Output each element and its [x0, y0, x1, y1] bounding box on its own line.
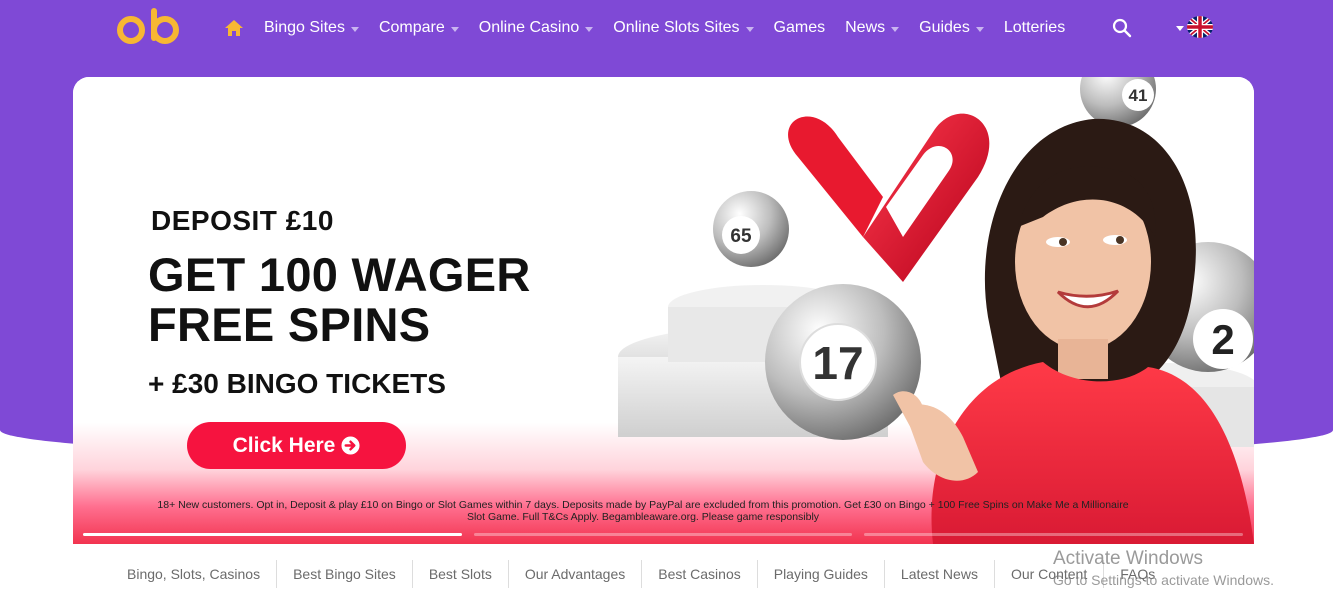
nav-online-casino[interactable]: Online Casino [479, 19, 594, 37]
promo-offer-line-1: GET 100 WAGER [148, 248, 531, 301]
chevron-down-icon [585, 26, 594, 32]
subnav-playing-guides[interactable]: Playing Guides [758, 559, 885, 588]
svg-text:17: 17 [812, 337, 863, 389]
windows-activation-watermark: Activate Windows Go to Settings to activ… [1053, 548, 1274, 588]
promo-headline: DEPOSIT £10 GET 100 WAGER FREE SPINS + £… [148, 205, 531, 400]
watermark-title: Activate Windows [1053, 548, 1203, 569]
promo-deposit-text: DEPOSIT £10 [151, 205, 334, 236]
chevron-down-icon [1176, 25, 1184, 31]
promo-artwork: 41 65 17 2 [618, 77, 1254, 544]
subnav-best-slots[interactable]: Best Slots [413, 559, 509, 588]
language-selector[interactable] [1176, 16, 1213, 38]
slider-dot-1[interactable] [83, 533, 462, 536]
promo-card: 41 65 17 2 DEPOSIT £10 GET 100 WAGER FRE… [73, 77, 1254, 601]
subnav-bingo-slots-casinos[interactable]: Bingo, Slots, Casinos [111, 559, 278, 588]
chevron-down-icon [745, 26, 754, 32]
nav-news[interactable]: News [845, 19, 900, 37]
promo-offer-line-2: FREE SPINS [148, 298, 431, 351]
subnav-best-casinos[interactable]: Best Casinos [642, 559, 758, 588]
subnav-latest-news[interactable]: Latest News [885, 559, 995, 588]
svg-text:2: 2 [1211, 316, 1234, 363]
uk-flag-icon [1187, 16, 1213, 38]
subnav-our-advantages[interactable]: Our Advantages [509, 559, 643, 588]
svg-text:65: 65 [730, 226, 752, 247]
promo-banner: 41 65 17 2 DEPOSIT £10 GET 100 WAGER FRE… [73, 77, 1254, 544]
watermark-subtitle: Go to Settings to activate Windows. [1053, 572, 1274, 588]
slider-dot-3[interactable] [864, 533, 1244, 536]
chevron-down-icon [891, 26, 900, 32]
site-header: Bingo Sites Compare Online Casino Online… [0, 0, 1333, 56]
nav-online-slots-sites[interactable]: Online Slots Sites [613, 19, 754, 37]
home-icon[interactable] [224, 18, 244, 38]
chevron-down-icon [350, 26, 359, 32]
subnav-best-bingo-sites[interactable]: Best Bingo Sites [277, 559, 413, 588]
nav-games[interactable]: Games [774, 19, 826, 37]
cta-label: Click Here [232, 433, 336, 457]
slider-progress [83, 533, 1244, 536]
chevron-down-icon [975, 26, 984, 32]
promo-tickets-text: + £30 BINGO TICKETS [148, 368, 446, 399]
slider-dot-2[interactable] [473, 533, 853, 536]
nav-compare[interactable]: Compare [379, 19, 459, 37]
bingo-ball-17: 17 [765, 284, 921, 440]
promo-terms: 18+ New customers. Opt in, Deposit & pla… [157, 499, 1129, 523]
search-icon[interactable] [1112, 18, 1132, 38]
svg-text:41: 41 [1129, 86, 1148, 105]
chevron-down-icon [450, 26, 459, 32]
nav-bingo-sites[interactable]: Bingo Sites [264, 19, 359, 37]
main-nav: Bingo Sites Compare Online Casino Online… [224, 0, 1085, 56]
bingo-ball-65: 65 [713, 191, 789, 267]
nav-lotteries[interactable]: Lotteries [1004, 19, 1065, 37]
arrow-right-circle-icon [341, 436, 360, 455]
click-here-button[interactable]: Click Here [187, 422, 406, 469]
site-logo[interactable] [116, 6, 182, 46]
nav-guides[interactable]: Guides [919, 19, 984, 37]
